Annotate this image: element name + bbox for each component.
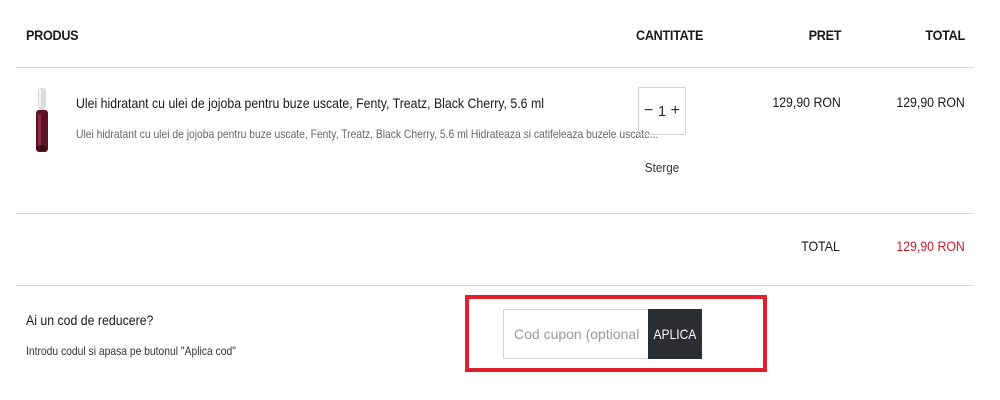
lip-oil-bottle-icon (36, 88, 48, 152)
item-line-total: 129,90 RON (896, 94, 965, 110)
summary-total-value: 129,90 RON (896, 238, 965, 254)
header-total: TOTAL (925, 27, 966, 43)
quantity-decrease-button[interactable]: − (644, 102, 653, 120)
divider (16, 213, 974, 214)
header-price: PRET (808, 27, 841, 43)
product-description: Ulei hidratant cu ulei de jojoba pentru … (76, 127, 659, 141)
coupon-hint: Introdu codul si apasa pe butonul "Aplic… (26, 344, 236, 358)
product-thumbnail[interactable] (30, 86, 54, 156)
quantity-stepper: − 1 + (638, 87, 686, 135)
cart-table: PRODUS CANTITATE PRET TOTAL Ulei hidrata… (0, 0, 1000, 400)
divider (16, 67, 974, 68)
quantity-value: 1 (657, 102, 667, 120)
product-name[interactable]: Ulei hidratant cu ulei de jojoba pentru … (76, 95, 544, 111)
summary-total-label: TOTAL (801, 238, 840, 254)
header-quantity: CANTITATE (636, 27, 704, 43)
apply-coupon-label: APLICA (653, 326, 697, 342)
apply-coupon-button[interactable]: APLICA (648, 309, 702, 359)
coupon-question: Ai un cod de reducere? (26, 312, 154, 328)
item-price: 129,90 RON (772, 94, 841, 110)
header-product: PRODUS (26, 27, 79, 43)
quantity-increase-button[interactable]: + (671, 102, 680, 120)
remove-item-link[interactable]: Sterge (640, 160, 683, 175)
divider (16, 285, 974, 286)
coupon-code-input[interactable] (503, 309, 649, 359)
